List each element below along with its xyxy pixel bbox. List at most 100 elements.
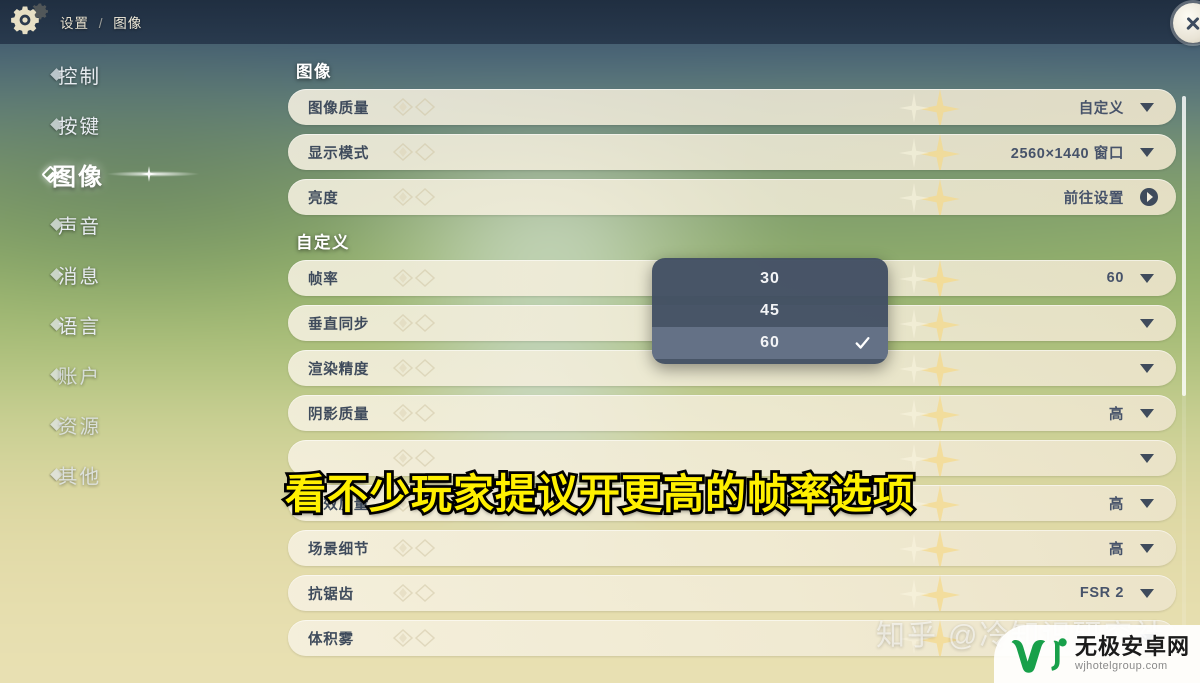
breadcrumb-root[interactable]: 设置 [60, 16, 89, 31]
setting-label: 体积雾 [308, 631, 354, 648]
setting-row-shadow-quality[interactable]: 阴影质量 高 [288, 395, 1176, 431]
chevron-down-icon[interactable] [1140, 148, 1154, 157]
sparkle-ornament-icon [899, 134, 960, 170]
sidebar-item-label: 账户 [58, 365, 102, 388]
chevron-down-icon[interactable] [1140, 499, 1154, 508]
chevron-down-icon[interactable] [1140, 103, 1154, 112]
chevron-down-icon[interactable] [1140, 589, 1154, 598]
section-title-custom: 自定义 [296, 234, 350, 252]
sparkle-ornament-icon [899, 89, 960, 125]
sparkle-ornament-icon [899, 440, 960, 476]
setting-label: 垂直同步 [308, 316, 370, 333]
setting-row-brightness[interactable]: 亮度 前往设置 [288, 179, 1176, 215]
dropdown-option-45[interactable]: 45 [652, 295, 888, 327]
setting-label: 场景细节 [308, 541, 370, 558]
setting-value: 2560×1440 窗口 [1010, 145, 1124, 162]
breadcrumb-current: 图像 [113, 16, 143, 31]
wjhotelgroup-watermark: 无极安卓网 wjhotelgroup.com [993, 625, 1200, 683]
setting-row-display-mode[interactable]: 显示模式 2560×1440 窗口 [288, 134, 1176, 170]
diamond-ornament-icon [392, 268, 436, 288]
setting-value: 前往设置 [1063, 190, 1124, 207]
sidebar-item-label: 按键 [58, 115, 102, 138]
chevron-down-icon[interactable] [1140, 544, 1154, 553]
w-logo-icon [1011, 638, 1067, 673]
setting-value: 高 [1108, 496, 1124, 513]
breadcrumb-separator: / [98, 16, 104, 31]
sparkle-ornament-icon [899, 305, 960, 341]
sidebar-item-control[interactable]: 控制 [0, 58, 270, 90]
sidebar-item-label: 控制 [58, 65, 102, 88]
breadcrumb: 设置 / 图像 [60, 12, 142, 32]
diamond-ornament-icon [392, 628, 436, 648]
chevron-down-icon[interactable] [1140, 319, 1154, 328]
vertical-scrollbar[interactable] [1182, 96, 1186, 676]
setting-value: 自定义 [1078, 100, 1124, 117]
close-button[interactable] [1173, 3, 1200, 43]
sidebar-item-language[interactable]: 语言 [0, 308, 270, 340]
setting-label: 特效质量 [308, 496, 370, 513]
sidebar-item-label: 资源 [58, 415, 102, 438]
diamond-ornament-icon [392, 538, 436, 558]
setting-label: 渲染精度 [308, 361, 370, 378]
diamond-ornament-icon [392, 583, 436, 603]
setting-label: 亮度 [308, 190, 339, 207]
diamond-ornament-icon [392, 313, 436, 333]
sparkle-ornament-icon [899, 260, 960, 296]
close-icon [1184, 14, 1200, 32]
wj-url: wjhotelgroup.com [1074, 660, 1168, 673]
setting-row-scene-detail[interactable]: 场景细节 高 [288, 530, 1176, 566]
chevron-down-icon[interactable] [1140, 364, 1154, 373]
sparkle-ornament-icon [899, 395, 960, 431]
gear-primary-icon [11, 6, 39, 35]
sparkle-icon [141, 166, 157, 182]
setting-value: FSR 2 [1079, 585, 1124, 601]
setting-label: 抗锯齿 [308, 586, 354, 603]
sidebar-item-sound[interactable]: 声音 [0, 208, 270, 240]
diamond-ornament-icon [392, 493, 436, 513]
section-title-graphics: 图像 [296, 63, 332, 81]
sidebar-item-graphics[interactable]: 图像 [0, 158, 270, 191]
setting-label: 阴影质量 [308, 406, 370, 423]
dropdown-option-30[interactable]: 30 [652, 263, 888, 295]
sidebar-item-label: 图像 [52, 163, 104, 191]
chevron-down-icon[interactable] [1140, 274, 1154, 283]
sidebar-item-resources[interactable]: 资源 [0, 408, 270, 440]
dropdown-option-label: 60 [760, 334, 780, 351]
setting-value: 60 [1106, 270, 1124, 286]
settings-header: 设置 / 图像 [0, 0, 1200, 44]
dropdown-option-60[interactable]: 60 [652, 327, 888, 359]
setting-label: 图像质量 [308, 100, 370, 117]
sidebar-item-label: 其他 [58, 465, 102, 488]
arrow-right-button[interactable] [1140, 188, 1158, 206]
setting-value: 高 [1108, 406, 1124, 423]
chevron-down-icon[interactable] [1140, 409, 1154, 418]
sidebar-item-keys[interactable]: 按键 [0, 108, 270, 140]
gear-icon [6, 0, 52, 44]
sidebar-item-messages[interactable]: 消息 [0, 258, 270, 290]
sparkle-ornament-icon [899, 350, 960, 386]
setting-row-image-quality[interactable]: 图像质量 自定义 [288, 89, 1176, 125]
framerate-dropdown-menu[interactable]: 30 45 60 [652, 258, 888, 364]
setting-label: 帧率 [308, 271, 339, 288]
sidebar-item-account[interactable]: 账户 [0, 358, 270, 390]
diamond-ornament-icon [392, 358, 436, 378]
sidebar-item-other[interactable]: 其他 [0, 458, 270, 490]
setting-row-antialiasing[interactable]: 抗锯齿 FSR 2 [288, 575, 1176, 611]
dropdown-option-label: 45 [760, 302, 780, 319]
sparkle-ornament-icon [899, 485, 960, 521]
settings-sidebar: 控制 按键 图像 声音 消息 语言 账户 资源 其他 [0, 58, 270, 498]
sidebar-item-label: 声音 [58, 215, 102, 238]
wj-name: 无极安卓网 [1074, 634, 1190, 660]
diamond-ornament-icon [392, 403, 436, 423]
chevron-down-icon[interactable] [1140, 454, 1154, 463]
check-icon [855, 337, 870, 349]
setting-row-obscured[interactable] [288, 440, 1176, 476]
sparkle-ornament-icon [899, 179, 960, 215]
scrollbar-thumb[interactable] [1182, 96, 1186, 396]
sparkle-ornament-icon [899, 575, 960, 611]
setting-row-effects-quality[interactable]: 特效质量 高 [288, 485, 1176, 521]
sidebar-item-label: 语言 [58, 315, 102, 338]
setting-label: 显示模式 [308, 145, 370, 162]
diamond-ornament-icon [392, 142, 436, 162]
diamond-ornament-icon [392, 97, 436, 117]
